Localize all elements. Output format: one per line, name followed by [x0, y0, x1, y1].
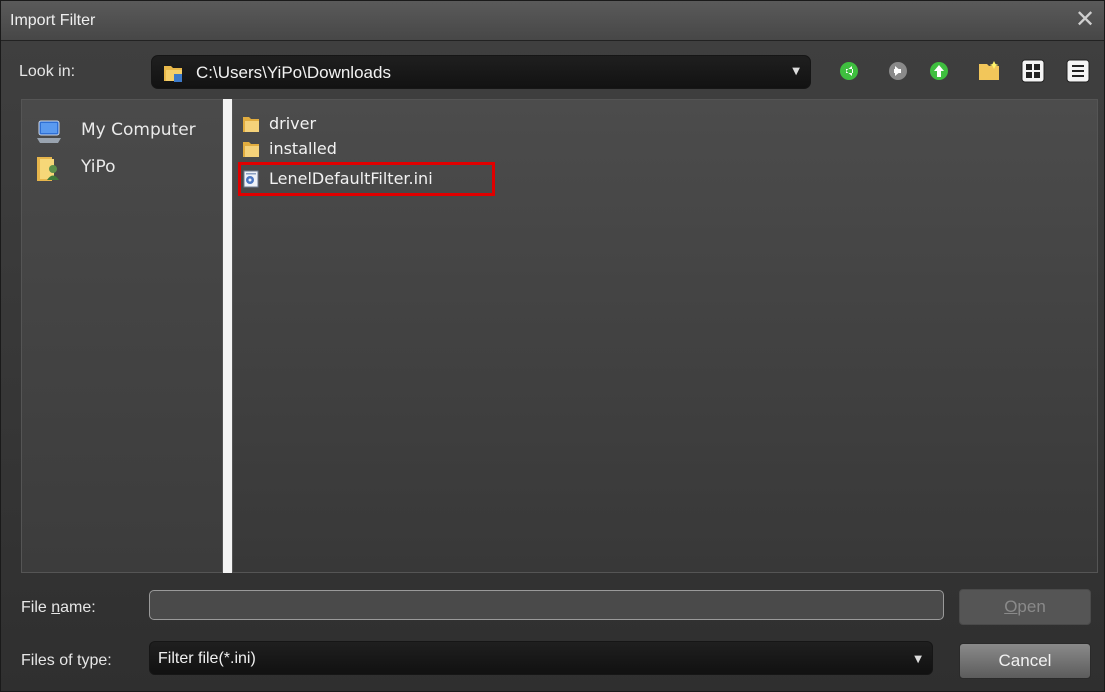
places-bar: My Computer YiPo: [21, 99, 223, 573]
close-icon[interactable]: ✕: [1072, 7, 1098, 33]
import-filter-dialog: Import Filter ✕ Look in: C:\Users\YiPo\D…: [0, 0, 1105, 692]
file-name: installed: [269, 139, 337, 158]
folder-icon: [164, 66, 182, 82]
file-name-label: File name:: [21, 599, 96, 617]
computer-icon: [37, 120, 61, 143]
splitter-handle[interactable]: [223, 99, 232, 573]
open-accesskey: O: [1004, 597, 1018, 616]
chevron-down-icon[interactable]: ▼: [792, 66, 800, 77]
look-in-label: Look in:: [19, 63, 76, 80]
place-label: YiPo: [81, 157, 116, 177]
user-folder-icon: [37, 157, 59, 181]
new-folder-icon[interactable]: [976, 58, 1002, 84]
list-item[interactable]: driver: [242, 114, 542, 134]
file-name-label-post: ame:: [60, 599, 96, 616]
file-name-label-pre: File: [21, 599, 52, 616]
file-name: driver: [269, 114, 317, 133]
files-of-type-combobox[interactable]: Filter file(*.ini) ▼: [149, 641, 933, 675]
place-yipo[interactable]: YiPo: [34, 151, 220, 185]
file-name-label-accesskey: n: [51, 599, 61, 616]
highlight-box: [238, 162, 495, 196]
place-my-computer[interactable]: My Computer: [34, 114, 220, 148]
folder-icon: [243, 142, 259, 157]
up-folder-icon[interactable]: [926, 58, 952, 84]
file-list: driver installed LenelDefaultFilter.ini: [232, 99, 1098, 573]
open-label: pen: [1017, 597, 1046, 616]
back-icon[interactable]: [836, 58, 862, 84]
forward-icon[interactable]: [885, 58, 911, 84]
folder-icon: [243, 117, 259, 132]
open-button[interactable]: Open: [959, 589, 1091, 625]
file-name-input[interactable]: [149, 590, 944, 620]
window-title: Import Filter: [10, 12, 96, 29]
look-in-combobox[interactable]: C:\Users\YiPo\Downloads ▼: [151, 55, 811, 89]
look-in-path: C:\Users\YiPo\Downloads: [196, 63, 391, 82]
files-of-type-value: Filter file(*.ini): [158, 650, 256, 667]
cancel-button[interactable]: Cancel: [959, 643, 1091, 679]
files-of-type-label: Files of type:: [21, 652, 112, 669]
list-view-icon[interactable]: [1020, 58, 1046, 84]
list-item[interactable]: installed: [242, 139, 542, 159]
place-label: My Computer: [81, 120, 196, 140]
chevron-down-icon[interactable]: ▼: [914, 654, 922, 665]
details-view-icon[interactable]: [1065, 58, 1091, 84]
title-bar: Import Filter ✕: [1, 1, 1104, 41]
